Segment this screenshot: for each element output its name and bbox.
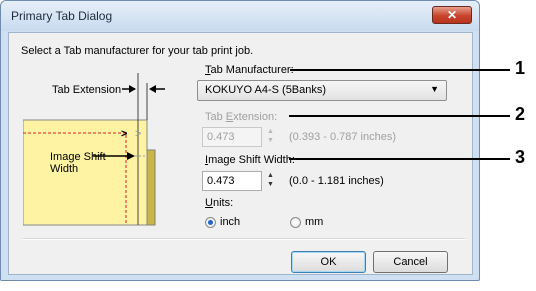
tab-extension-spinner[interactable]: ▲ ▼ xyxy=(265,127,276,147)
units-inch-radio[interactable] xyxy=(205,217,216,228)
spin-up-icon: ▲ xyxy=(267,128,274,135)
tab-manufacturer-value: KOKUYO A4-S (5Banks) xyxy=(205,84,327,96)
tab-extension-arrowhead-right xyxy=(149,85,156,93)
tab-extension-input[interactable]: 0.473 xyxy=(202,127,262,147)
units-inch-label[interactable]: inch xyxy=(220,216,240,228)
tab-extension-caption: Tab Extension xyxy=(52,84,122,96)
callout-line-2 xyxy=(289,115,510,117)
close-icon: ✕ xyxy=(446,8,458,22)
tab-manufacturer-dropdown[interactable]: KOKUYO A4-S (5Banks) ▼ xyxy=(197,80,447,101)
chevron-dark-icon: > xyxy=(121,128,127,140)
tab-extension-arrowhead-left xyxy=(129,85,136,93)
chevron-light-icon: > xyxy=(135,128,141,140)
instruction-text: Select a Tab manufacturer for your tab p… xyxy=(21,45,254,57)
cancel-button[interactable]: Cancel xyxy=(373,251,448,273)
callout-line-3 xyxy=(289,158,510,160)
image-shift-width-label: Image Shift Width: xyxy=(205,154,295,166)
image-shift-width-range: (0.0 - 1.181 inches) xyxy=(289,175,384,187)
ok-button[interactable]: OK xyxy=(291,251,366,273)
dialog-window: Primary Tab Dialog ✕ Select a Tab manufa… xyxy=(0,0,480,281)
tab-fold-shape xyxy=(146,149,156,226)
chevron-down-icon: ▼ xyxy=(430,84,439,94)
callout-number-2: 2 xyxy=(515,104,526,124)
image-shift-caption-line2: Width xyxy=(50,163,79,175)
callout-number-1: 1 xyxy=(515,58,526,78)
divider xyxy=(23,238,465,240)
units-mm-label[interactable]: mm xyxy=(305,216,323,228)
tab-manufacturer-label: Tab Manufacturer: xyxy=(205,64,294,76)
spin-up-icon: ▲ xyxy=(267,172,274,179)
units-label: Units: xyxy=(205,197,234,209)
close-button[interactable]: ✕ xyxy=(432,6,472,24)
units-mm-radio[interactable] xyxy=(290,217,301,228)
image-shift-caption-line1: Image Shift xyxy=(50,151,106,163)
callout-number-3: 3 xyxy=(515,147,526,167)
tab-extension-label: Tab Extension: xyxy=(205,111,278,123)
spin-down-icon: ▼ xyxy=(267,181,274,188)
image-shift-width-spinner[interactable]: ▲ ▼ xyxy=(265,171,276,191)
window-title: Primary Tab Dialog xyxy=(11,9,113,23)
tab-illustration: > > xyxy=(23,73,165,226)
title-bar[interactable]: Primary Tab Dialog ✕ xyxy=(1,1,479,31)
callout-line-1 xyxy=(290,69,510,71)
tab-extension-range: (0.393 - 0.787 inches) xyxy=(289,131,397,143)
image-shift-width-input[interactable]: 0.473 xyxy=(202,171,262,191)
spin-down-icon: ▼ xyxy=(267,137,274,144)
